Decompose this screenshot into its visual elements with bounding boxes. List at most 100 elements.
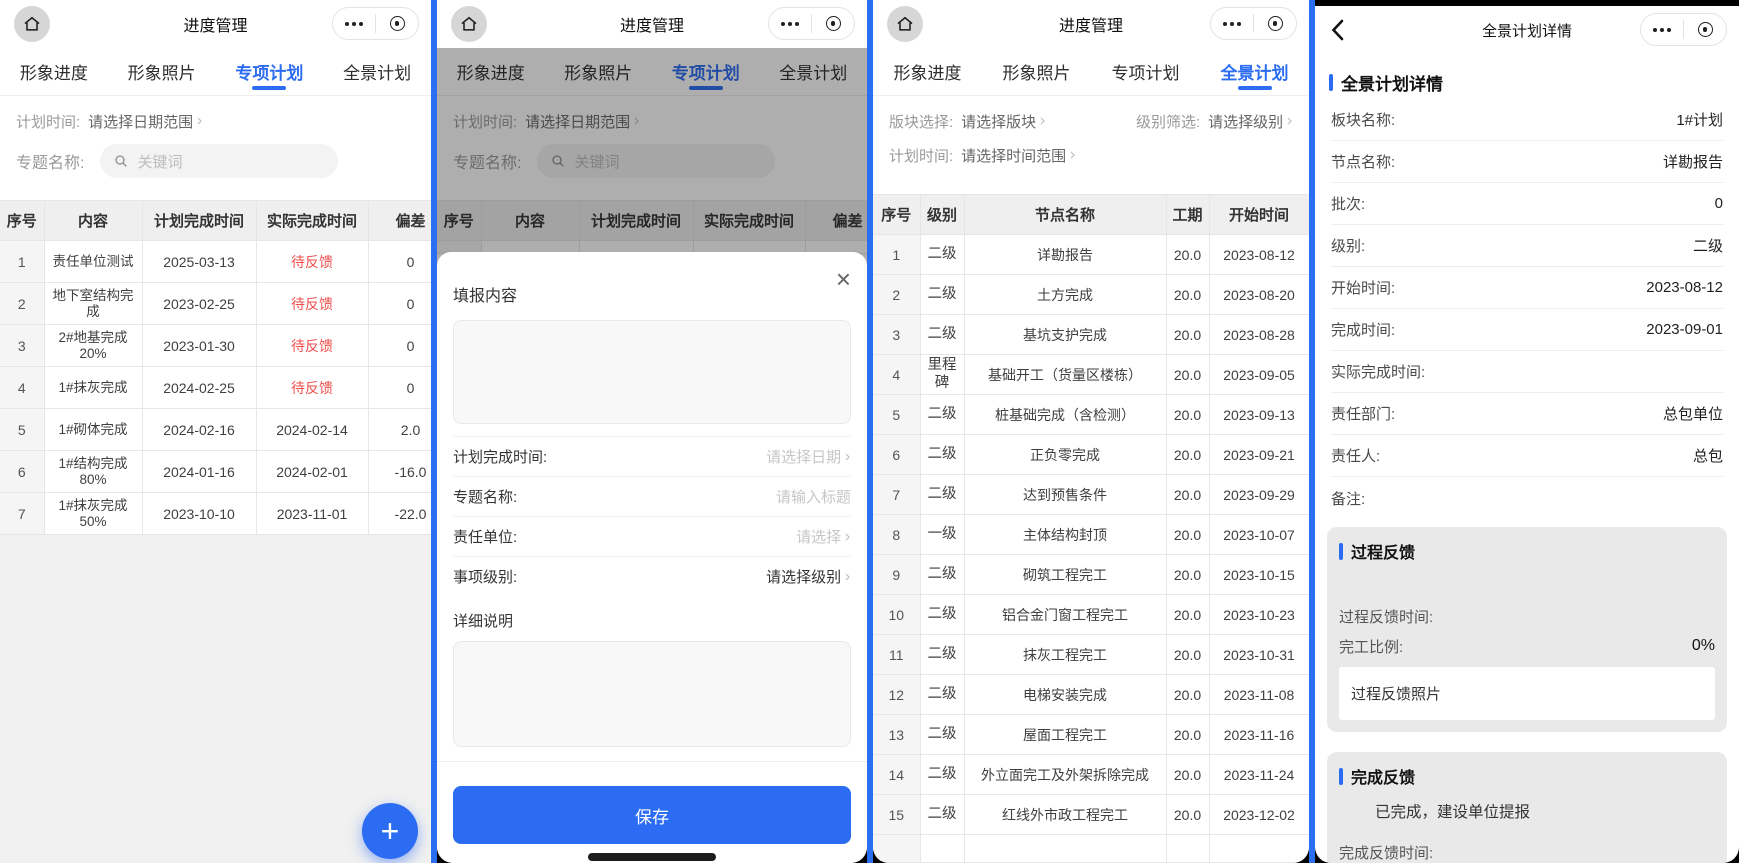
responsible-unit-row[interactable]: 责任单位: 请选择› [453,516,851,556]
field-value: 详勘报告 [1663,151,1723,172]
home-icon [459,14,479,34]
item-level-row[interactable]: 事项级别: 请选择级别› [453,556,851,596]
tab-special-plan[interactable]: 专项计划 [216,48,324,95]
home-button[interactable] [14,6,50,42]
more-menu-icon[interactable] [769,22,811,26]
home-button[interactable] [887,6,923,42]
table-row[interactable]: 7 1#抹灰完成50% 2023-10-10 2023-11-01 -22.0 [0,493,431,535]
panorama-plan-table-overflow [873,835,1309,863]
detail-fields: 板块名称: 1#计划 节点名称: 详勘报告 批次: 0 级别: [1315,99,1739,519]
cell-level: 二级 [920,275,964,315]
plan-finish-date-row[interactable]: 计划完成时间: 请选择日期› [453,436,851,476]
tab-special-plan[interactable]: 专项计划 [1091,48,1200,95]
process-feedback-time-label: 过程反馈时间: [1339,606,1433,627]
table-row[interactable]: 12 二级 电梯安装完成 20.0 2023-11-08 [873,675,1309,715]
cell-actual-pending: 待反馈 [256,367,368,409]
table-row[interactable]: 5 二级 桩基础完成（含检测） 20.0 2023-09-13 [873,395,1309,435]
table-row[interactable]: 3 2#地基完成20% 2023-01-30 待反馈 0 [0,325,431,367]
cell-index: 5 [0,409,44,451]
detail-field-row: 节点名称: 详勘报告 [1331,141,1723,183]
table-row[interactable]: 1 二级 详勘报告 20.0 2023-08-12 [873,235,1309,275]
filter-area: 计划时间: 请选择日期范围 › 专题名称: 关键词 [0,96,431,188]
exit-circle-icon[interactable] [376,16,418,31]
more-menu-icon[interactable] [1641,28,1683,32]
table-row[interactable]: 8 一级 主体结构封顶 20.0 2023-10-07 [873,515,1309,555]
table-row[interactable]: 3 二级 基坑支护完成 20.0 2023-08-28 [873,315,1309,355]
cell-node-name: 基础开工（货量区楼栋） [964,355,1166,395]
table-row[interactable]: 4 里程碑 基础开工（货量区楼栋） 20.0 2023-09-05 [873,355,1309,395]
tab-panorama-plan[interactable]: 全景计划 [323,48,431,95]
screen-4-content: 全景计划详情 全景计划详情 板块名称: 1#计划 [1315,0,1739,863]
table-row[interactable]: 10 二级 铝合金门窗工程完工 20.0 2023-10-23 [873,595,1309,635]
miniprogram-capsule[interactable] [1210,7,1297,40]
field-label: 级别: [1331,235,1365,256]
exit-circle-icon[interactable] [1684,22,1726,37]
miniprogram-capsule[interactable] [768,7,855,40]
topic-name-row[interactable]: 专题名称: 请输入标题 [453,476,851,516]
detail-field-row: 开始时间: 2023-08-12 [1331,267,1723,309]
table-row[interactable]: 6 1#结构完成80% 2024-01-16 2024-02-01 -16.0 [0,451,431,493]
table-row[interactable]: 4 1#抹灰完成 2024-02-25 待反馈 0 [0,367,431,409]
close-icon[interactable]: × [836,266,851,292]
cell-level: 二级 [920,675,964,715]
cell-index: 4 [0,367,44,409]
tab-image-photos[interactable]: 形象照片 [108,48,216,95]
tab-image-progress[interactable]: 形象进度 [0,48,108,95]
table-row[interactable]: 2 地下室结构完成 2023-02-25 待反馈 0 [0,283,431,325]
back-button[interactable] [1331,19,1344,41]
miniprogram-capsule[interactable] [332,7,419,40]
tab-panorama-plan[interactable]: 全景计划 [1200,48,1309,95]
chevron-right-icon: › [844,447,851,467]
time-filter-value[interactable]: 请选择时间范围 [961,145,1066,166]
dimmed-page-body: 形象进度 形象照片 专项计划 全景计划 计划时间: 请选择日期范围 › 专题名称… [437,48,867,863]
miniprogram-capsule[interactable] [1640,13,1727,46]
cell-offset: 2.0 [368,409,431,451]
finish-feedback-card: 完成反馈 已完成，建设单位提报 完成反馈时间: [1327,752,1727,863]
cell-level: 二级 [920,435,964,475]
add-plan-fab[interactable]: + [362,803,418,859]
table-row[interactable]: 14 二级 外立面完工及外架拆除完成 20.0 2023-11-24 [873,755,1309,795]
chevron-right-icon: › [1286,111,1293,131]
table-row[interactable]: 11 二级 抹灰工程完工 20.0 2023-10-31 [873,635,1309,675]
table-row[interactable]: 5 1#砌体完成 2024-02-16 2024-02-14 2.0 [0,409,431,451]
level-filter-value[interactable]: 请选择级别 [1208,111,1283,132]
table-row[interactable]: 7 二级 达到预售条件 20.0 2023-09-29 [873,475,1309,515]
cell-duration: 20.0 [1166,275,1209,315]
more-menu-icon[interactable] [333,22,375,26]
divider [437,761,867,762]
table-row[interactable]: 1 责任单位测试 2025-03-13 待反馈 0 [0,241,431,283]
cell-start-date: 2023-11-08 [1209,675,1309,715]
screenshot-canvas: 进度管理 形象进度 形象照片 专项计划 全景计划 计划时间: 请选择日期范围 › [0,0,1739,863]
search-input[interactable]: 关键词 [100,144,338,178]
cell-index: 11 [873,635,920,675]
cell-level: 一级 [920,515,964,555]
cell-start-date: 2023-08-28 [1209,315,1309,355]
home-button[interactable] [451,6,487,42]
section-filter-value[interactable]: 请选择版块 [961,111,1036,132]
field-value: 总包 [1693,445,1723,466]
tab-image-progress[interactable]: 形象进度 [873,48,982,95]
plan-time-filter-value[interactable]: 请选择日期范围 [88,111,193,132]
save-button[interactable]: 保存 [453,786,851,844]
exit-circle-icon[interactable] [812,16,854,31]
cell-start-date: 2023-09-21 [1209,435,1309,475]
cell-level: 二级 [920,795,964,835]
table-row[interactable]: 6 二级 正负零完成 20.0 2023-09-21 [873,435,1309,475]
cell-level: 二级 [920,715,964,755]
more-menu-icon[interactable] [1211,22,1253,26]
table-row[interactable]: 9 二级 砌筑工程完工 20.0 2023-10-15 [873,555,1309,595]
tab-image-photos[interactable]: 形象照片 [982,48,1091,95]
table-row[interactable]: 15 二级 红线外市政工程完工 20.0 2023-12-02 [873,795,1309,835]
column-header-duration: 工期 [1166,195,1209,235]
tab-bar: 形象进度 形象照片 专项计划 全景计划 [873,48,1309,96]
cell-offset: 0 [368,241,431,283]
cell-index: 7 [873,475,920,515]
report-content-textarea[interactable] [453,320,851,424]
table-header-row: 序号 级别 节点名称 工期 开始时间 [873,195,1309,235]
detail-description-textarea[interactable] [453,641,851,747]
table-row[interactable]: 2 二级 土方完成 20.0 2023-08-20 [873,275,1309,315]
table-row[interactable]: 13 二级 屋面工程完工 20.0 2023-11-16 [873,715,1309,755]
chevron-right-icon: › [844,527,851,547]
cell-index: 5 [873,395,920,435]
exit-circle-icon[interactable] [1254,16,1296,31]
